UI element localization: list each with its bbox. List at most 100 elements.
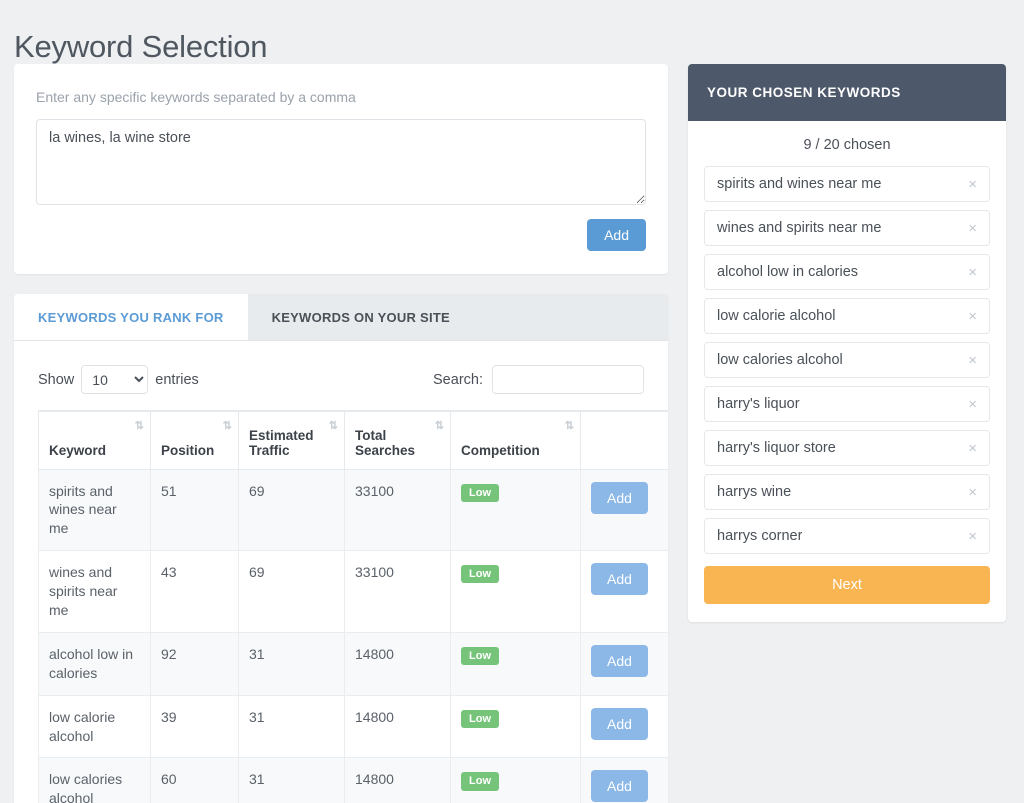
left-column: Enter any specific keywords separated by… bbox=[14, 64, 668, 274]
search-control: Search: bbox=[433, 365, 644, 394]
show-label: Show bbox=[38, 372, 74, 388]
competition-badge: Low bbox=[461, 484, 499, 502]
cell-keyword: low calorie alcohol bbox=[39, 695, 151, 758]
entries-per-page-select[interactable]: 10 bbox=[81, 365, 148, 394]
remove-keyword-icon[interactable]: × bbox=[958, 529, 977, 544]
entries-label: entries bbox=[155, 372, 199, 388]
column-header-position[interactable]: ⇅ Position bbox=[151, 411, 239, 469]
table-row: low calories alcohol 60 31 14800 Low Add bbox=[39, 758, 669, 803]
cell-position: 92 bbox=[151, 632, 239, 695]
column-header-label: Competition bbox=[461, 443, 540, 458]
tab-keywords-you-rank-for[interactable]: KEYWORDS YOU RANK FOR bbox=[14, 294, 248, 340]
page-title: Keyword Selection bbox=[14, 29, 267, 65]
keyword-entry-label: Enter any specific keywords separated by… bbox=[36, 89, 646, 105]
show-entries-control: Show 10 entries bbox=[38, 365, 199, 394]
table-row: alcohol low in calories 92 31 14800 Low … bbox=[39, 632, 669, 695]
competition-badge: Low bbox=[461, 565, 499, 583]
keyword-entry-card: Enter any specific keywords separated by… bbox=[14, 64, 668, 274]
remove-keyword-icon[interactable]: × bbox=[958, 441, 977, 456]
column-header-label: Estimated Traffic bbox=[249, 428, 314, 458]
cell-total-searches: 14800 bbox=[345, 695, 451, 758]
remove-keyword-icon[interactable]: × bbox=[958, 485, 977, 500]
remove-keyword-icon[interactable]: × bbox=[958, 353, 977, 368]
cell-total-searches: 33100 bbox=[345, 469, 451, 551]
cell-keyword: spirits and wines near me bbox=[39, 469, 151, 551]
competition-badge: Low bbox=[461, 772, 499, 790]
chosen-keyword-label: harry's liquor store bbox=[717, 440, 836, 456]
remove-keyword-icon[interactable]: × bbox=[958, 221, 977, 236]
remove-keyword-icon[interactable]: × bbox=[958, 397, 977, 412]
remove-keyword-icon[interactable]: × bbox=[958, 177, 977, 192]
chosen-count: 9 / 20 chosen bbox=[704, 137, 990, 153]
add-keyword-row-button[interactable]: Add bbox=[591, 482, 648, 514]
sort-icon: ⇅ bbox=[435, 421, 442, 432]
chosen-keyword-label: harry's liquor bbox=[717, 396, 800, 412]
keyword-entry-actions: Add bbox=[36, 219, 646, 251]
chosen-keyword-item: harry's liquor × bbox=[704, 386, 990, 422]
cell-estimated-traffic: 31 bbox=[239, 632, 345, 695]
column-header-label: Position bbox=[161, 443, 214, 458]
cell-action: Add bbox=[581, 632, 669, 695]
page-root: Keyword Selection Enter any specific key… bbox=[0, 0, 1024, 803]
chosen-keyword-label: wines and spirits near me bbox=[717, 220, 881, 236]
add-keyword-row-button[interactable]: Add bbox=[591, 563, 648, 595]
chosen-keywords-header: YOUR CHOSEN KEYWORDS bbox=[688, 64, 1006, 121]
column-header-total-searches[interactable]: ⇅ Total Searches bbox=[345, 411, 451, 469]
next-button[interactable]: Next bbox=[704, 566, 990, 604]
cell-competition: Low bbox=[451, 695, 581, 758]
sort-icon: ⇅ bbox=[223, 421, 230, 432]
column-header-competition[interactable]: ⇅ Competition bbox=[451, 411, 581, 469]
search-input[interactable] bbox=[492, 365, 644, 394]
cell-estimated-traffic: 31 bbox=[239, 758, 345, 803]
cell-action: Add bbox=[581, 469, 669, 551]
cell-estimated-traffic: 69 bbox=[239, 551, 345, 633]
table-row: spirits and wines near me 51 69 33100 Lo… bbox=[39, 469, 669, 551]
cell-total-searches: 14800 bbox=[345, 632, 451, 695]
cell-total-searches: 14800 bbox=[345, 758, 451, 803]
table-header-row: ⇅ Keyword ⇅ Position ⇅ Estimated Traffic bbox=[39, 411, 669, 469]
chosen-keyword-item: harrys wine × bbox=[704, 474, 990, 510]
chosen-keyword-label: low calorie alcohol bbox=[717, 308, 835, 324]
cell-keyword: alcohol low in calories bbox=[39, 632, 151, 695]
competition-badge: Low bbox=[461, 710, 499, 728]
column-header-label: Keyword bbox=[49, 443, 106, 458]
tab-keywords-on-your-site[interactable]: KEYWORDS ON YOUR SITE bbox=[248, 294, 474, 340]
chosen-keyword-item: low calorie alcohol × bbox=[704, 298, 990, 334]
table-body: spirits and wines near me 51 69 33100 Lo… bbox=[39, 469, 669, 803]
table-head: ⇅ Keyword ⇅ Position ⇅ Estimated Traffic bbox=[39, 411, 669, 469]
table-row: wines and spirits near me 43 69 33100 Lo… bbox=[39, 551, 669, 633]
remove-keyword-icon[interactable]: × bbox=[958, 309, 977, 324]
chosen-keyword-label: alcohol low in calories bbox=[717, 264, 858, 280]
tabs-bar: KEYWORDS YOU RANK FOR KEYWORDS ON YOUR S… bbox=[14, 294, 668, 341]
chosen-keyword-item: harry's liquor store × bbox=[704, 430, 990, 466]
sort-icon: ⇅ bbox=[329, 421, 336, 432]
table-controls: Show 10 entries Search: bbox=[38, 365, 644, 394]
sort-icon: ⇅ bbox=[135, 421, 142, 432]
add-keywords-button[interactable]: Add bbox=[587, 219, 646, 251]
add-keyword-row-button[interactable]: Add bbox=[591, 708, 648, 740]
cell-action: Add bbox=[581, 695, 669, 758]
competition-badge: Low bbox=[461, 647, 499, 665]
chosen-keyword-item: harrys corner × bbox=[704, 518, 990, 554]
add-keyword-row-button[interactable]: Add bbox=[591, 645, 648, 677]
sort-icon: ⇅ bbox=[565, 421, 572, 432]
add-keyword-row-button[interactable]: Add bbox=[591, 770, 648, 802]
chosen-keyword-label: harrys corner bbox=[717, 528, 802, 544]
cell-keyword: low calories alcohol bbox=[39, 758, 151, 803]
cell-estimated-traffic: 69 bbox=[239, 469, 345, 551]
column-header-action bbox=[581, 411, 669, 469]
column-header-keyword[interactable]: ⇅ Keyword bbox=[39, 411, 151, 469]
cell-estimated-traffic: 31 bbox=[239, 695, 345, 758]
chosen-keyword-item: spirits and wines near me × bbox=[704, 166, 990, 202]
chosen-keyword-label: low calories alcohol bbox=[717, 352, 843, 368]
cell-competition: Low bbox=[451, 632, 581, 695]
chosen-keywords-body: 9 / 20 chosen spirits and wines near me … bbox=[688, 121, 1006, 622]
keywords-table: ⇅ Keyword ⇅ Position ⇅ Estimated Traffic bbox=[38, 410, 668, 803]
column-header-estimated-traffic[interactable]: ⇅ Estimated Traffic bbox=[239, 411, 345, 469]
keyword-entry-textarea[interactable] bbox=[36, 119, 646, 205]
cell-total-searches: 33100 bbox=[345, 551, 451, 633]
remove-keyword-icon[interactable]: × bbox=[958, 265, 977, 280]
cell-position: 43 bbox=[151, 551, 239, 633]
table-row: low calorie alcohol 39 31 14800 Low Add bbox=[39, 695, 669, 758]
cell-keyword: wines and spirits near me bbox=[39, 551, 151, 633]
